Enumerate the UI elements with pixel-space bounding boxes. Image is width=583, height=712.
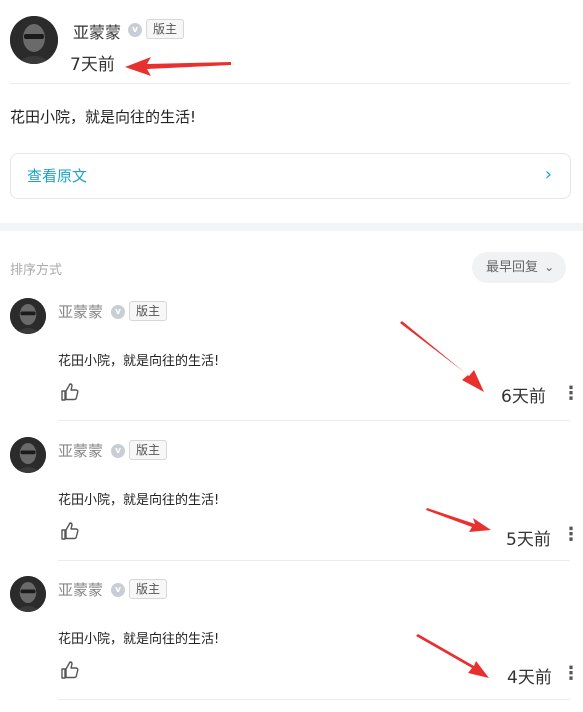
more-options-icon[interactable]: ⋮ <box>562 663 580 684</box>
moderator-badge: 版主 <box>146 19 185 39</box>
comment-avatar[interactable] <box>10 298 46 334</box>
comment-time: 4天前 <box>507 668 552 688</box>
post-time: 7天前 <box>70 55 115 75</box>
chevron-right-icon: › <box>544 164 552 185</box>
verified-icon: v <box>111 583 125 597</box>
comment-author-name[interactable]: 亚蒙蒙 <box>58 301 103 322</box>
divider <box>58 699 570 700</box>
moderator-badge: 版主 <box>129 440 168 460</box>
section-separator <box>0 223 583 231</box>
comment-avatar[interactable] <box>10 576 46 612</box>
post-content: 花田小院，就是向往的生活! <box>10 108 197 126</box>
more-options-icon[interactable]: ⋮ <box>562 524 580 545</box>
post-author-name[interactable]: 亚蒙蒙 <box>73 19 121 43</box>
thumbs-up-icon[interactable] <box>60 382 80 402</box>
comment-text: 花田小院，就是向往的生活! <box>58 632 220 647</box>
comment-avatar[interactable] <box>10 437 46 473</box>
view-original-button[interactable]: 查看原文 › <box>10 153 571 199</box>
verified-icon: v <box>111 444 125 458</box>
moderator-badge: 版主 <box>129 579 168 599</box>
comment-text: 花田小院，就是向往的生活! <box>58 354 220 369</box>
comment-time: 5天前 <box>506 530 551 550</box>
comment-author-name[interactable]: 亚蒙蒙 <box>58 440 103 461</box>
thumbs-up-icon[interactable] <box>60 660 80 680</box>
verified-icon: v <box>128 23 142 37</box>
comment-time: 6天前 <box>501 387 546 407</box>
divider <box>58 420 570 421</box>
comment-text: 花田小院，就是向往的生活! <box>58 493 220 508</box>
verified-icon: v <box>111 305 125 319</box>
chevron-down-icon: ⌄ <box>544 260 555 274</box>
red-arrow-icon <box>416 634 489 678</box>
sort-dropdown[interactable]: 最早回复 ⌄ <box>472 252 567 283</box>
divider <box>58 560 570 561</box>
thumbs-up-icon[interactable] <box>60 521 80 541</box>
more-options-icon[interactable]: ⋮ <box>562 383 580 404</box>
post-author-avatar[interactable] <box>10 16 58 64</box>
sort-label: 排序方式 <box>10 263 63 278</box>
red-arrow-icon <box>426 508 491 532</box>
moderator-badge: 版主 <box>129 301 168 321</box>
view-original-label: 查看原文 <box>27 167 88 185</box>
sort-value: 最早回复 <box>486 260 539 275</box>
divider <box>10 83 570 84</box>
red-arrow-icon <box>125 57 231 76</box>
comment-author-name[interactable]: 亚蒙蒙 <box>58 579 103 600</box>
red-arrow-icon <box>400 321 484 392</box>
